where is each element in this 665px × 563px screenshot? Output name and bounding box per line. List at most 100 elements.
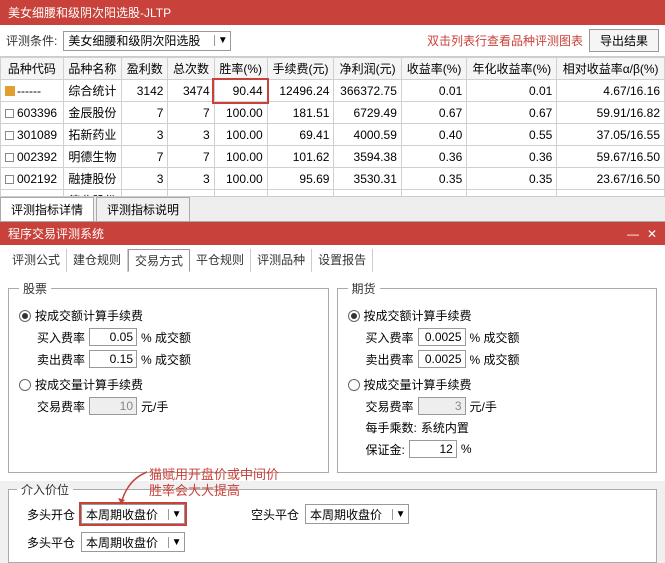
cell: 德业股份 <box>63 190 122 198</box>
table-row[interactable]: 002392明德生物77100.00101.623594.380.360.365… <box>1 146 665 168</box>
stock-sell-input[interactable] <box>89 350 137 368</box>
form-tab[interactable]: 设置报告 <box>312 249 373 272</box>
stock-radio-volume[interactable] <box>19 379 31 391</box>
long-close-input[interactable] <box>82 533 168 551</box>
margin-input[interactable] <box>409 440 457 458</box>
cell: 3484.94 <box>334 190 401 198</box>
fut-buy-input[interactable] <box>418 328 466 346</box>
entry-legend: 介入价位 <box>17 481 73 498</box>
chevron-down-icon[interactable]: ▼ <box>392 509 408 520</box>
col-header[interactable]: 年化收益率(%) <box>467 58 557 80</box>
cell: 100.00 <box>214 190 267 198</box>
strategy-input[interactable] <box>64 32 214 50</box>
form-tab[interactable]: 交易方式 <box>128 249 190 272</box>
form-tab[interactable]: 建仓规则 <box>67 249 128 272</box>
table-row[interactable]: 301089拓新药业33100.0069.414000.590.400.5537… <box>1 124 665 146</box>
chevron-down-icon[interactable]: ▼ <box>168 537 184 548</box>
cell: 0.55 <box>467 124 557 146</box>
export-button[interactable]: 导出结果 <box>589 29 659 52</box>
form-tab[interactable]: 评测公式 <box>6 249 67 272</box>
cell: 0.36 <box>467 146 557 168</box>
short-close-input[interactable] <box>306 505 392 523</box>
col-header[interactable]: 盈利数 <box>122 58 168 80</box>
cell: 金辰股份 <box>63 102 122 124</box>
long-open-input[interactable] <box>82 505 168 523</box>
fut-pct2: % 成交额 <box>470 351 520 368</box>
cell: 融捷股份 <box>63 168 122 190</box>
tx-label: 交易费率 <box>37 398 85 415</box>
cell: 0.36 <box>401 146 466 168</box>
cell: 95.69 <box>267 168 334 190</box>
short-close-combo[interactable]: ▼ <box>305 504 409 524</box>
cell: 181.51 <box>267 102 334 124</box>
col-header[interactable]: 相对收益率α/β(%) <box>557 58 665 80</box>
result-table-wrap[interactable]: 品种代码品种名称盈利数总次数胜率(%)手续费(元)净利润(元)收益率(%)年化收… <box>0 57 665 197</box>
cell: 6729.49 <box>334 102 401 124</box>
strategy-combo[interactable]: ▼ <box>63 31 231 51</box>
stock-fieldset: 股票 按成交额计算手续费 买入费率% 成交额 卖出费率% 成交额 按成交量计算手… <box>8 280 329 473</box>
minimize-icon[interactable]: — <box>627 227 639 241</box>
cell: 90.44 <box>214 80 267 102</box>
fut-tx-unit: 元/手 <box>470 398 497 415</box>
tab-desc[interactable]: 评测指标说明 <box>96 197 190 221</box>
cell: 59.67/16.50 <box>557 146 665 168</box>
table-row[interactable]: 605117德业股份44100.00123.063484.940.350.352… <box>1 190 665 198</box>
fut-sell-label: 卖出费率 <box>366 351 414 368</box>
cell: 23.58/16.50 <box>557 190 665 198</box>
margin-label: 保证金: <box>366 441 405 458</box>
cell: 3 <box>122 124 168 146</box>
detail-tabs: 评测指标详情 评测指标说明 <box>0 197 665 222</box>
fut-sell-input[interactable] <box>418 350 466 368</box>
table-row[interactable]: ------综合统计3142347490.4412496.24366372.75… <box>1 80 665 102</box>
cell: 605117 <box>1 190 64 198</box>
stock-radio-amount[interactable] <box>19 310 31 322</box>
chevron-down-icon[interactable]: ▼ <box>214 35 230 46</box>
col-header[interactable]: 收益率(%) <box>401 58 466 80</box>
long-close-combo[interactable]: ▼ <box>81 532 185 552</box>
col-header[interactable]: 胜率(%) <box>214 58 267 80</box>
sub-window-titlebar: 程序交易评测系统 — ✕ <box>0 222 665 245</box>
fut-radio-amount-label: 按成交额计算手续费 <box>364 307 472 324</box>
cell: 明德生物 <box>63 146 122 168</box>
window-title-bar: 美女细腰和级阴次阳选股-JLTP <box>0 0 665 25</box>
cell: 综合统计 <box>63 80 122 102</box>
chevron-down-icon[interactable]: ▼ <box>168 509 184 520</box>
cell: 100.00 <box>214 146 267 168</box>
fut-tx-input <box>418 397 466 415</box>
fut-radio-volume[interactable] <box>348 379 360 391</box>
table-row[interactable]: 603396金辰股份77100.00181.516729.490.670.675… <box>1 102 665 124</box>
window-title: 美女细腰和级阴次阳选股-JLTP <box>8 6 171 20</box>
cell: 3142 <box>122 80 168 102</box>
col-header[interactable]: 品种代码 <box>1 58 64 80</box>
table-row[interactable]: 002192融捷股份33100.0095.693530.310.350.3523… <box>1 168 665 190</box>
cell: 0.01 <box>467 80 557 102</box>
form-tab[interactable]: 评测品种 <box>251 249 312 272</box>
cell: 69.41 <box>267 124 334 146</box>
col-header[interactable]: 品种名称 <box>63 58 122 80</box>
cell: 100.00 <box>214 102 267 124</box>
form-tab[interactable]: 平仓规则 <box>190 249 251 272</box>
tab-detail[interactable]: 评测指标详情 <box>0 197 94 221</box>
stock-radio-amount-label: 按成交额计算手续费 <box>35 307 143 324</box>
short-close-label: 空头平仓 <box>251 506 299 523</box>
col-header[interactable]: 手续费(元) <box>267 58 334 80</box>
stock-buy-input[interactable] <box>89 328 137 346</box>
col-header[interactable]: 净利润(元) <box>334 58 401 80</box>
fee-panels: 股票 按成交额计算手续费 买入费率% 成交额 卖出费率% 成交额 按成交量计算手… <box>0 272 665 481</box>
cell: 3474 <box>168 80 214 102</box>
criteria-label: 评测条件: <box>6 32 57 49</box>
form-tabs: 评测公式建仓规则交易方式平仓规则评测品种设置报告 <box>0 245 665 272</box>
cell: 100.00 <box>214 168 267 190</box>
hint-text: 双击列表行查看品种评测图表 <box>427 32 583 49</box>
fut-radio-amount[interactable] <box>348 310 360 322</box>
col-header[interactable]: 总次数 <box>168 58 214 80</box>
long-open-combo[interactable]: ▼ <box>81 504 185 524</box>
cell: 002192 <box>1 168 64 190</box>
cell: 37.05/16.55 <box>557 124 665 146</box>
cell: 4.67/16.16 <box>557 80 665 102</box>
fut-pct: % 成交额 <box>470 329 520 346</box>
cell: 100.00 <box>214 124 267 146</box>
cell: 3 <box>168 168 214 190</box>
close-icon[interactable]: ✕ <box>647 227 657 241</box>
fut-buy-label: 买入费率 <box>366 329 414 346</box>
